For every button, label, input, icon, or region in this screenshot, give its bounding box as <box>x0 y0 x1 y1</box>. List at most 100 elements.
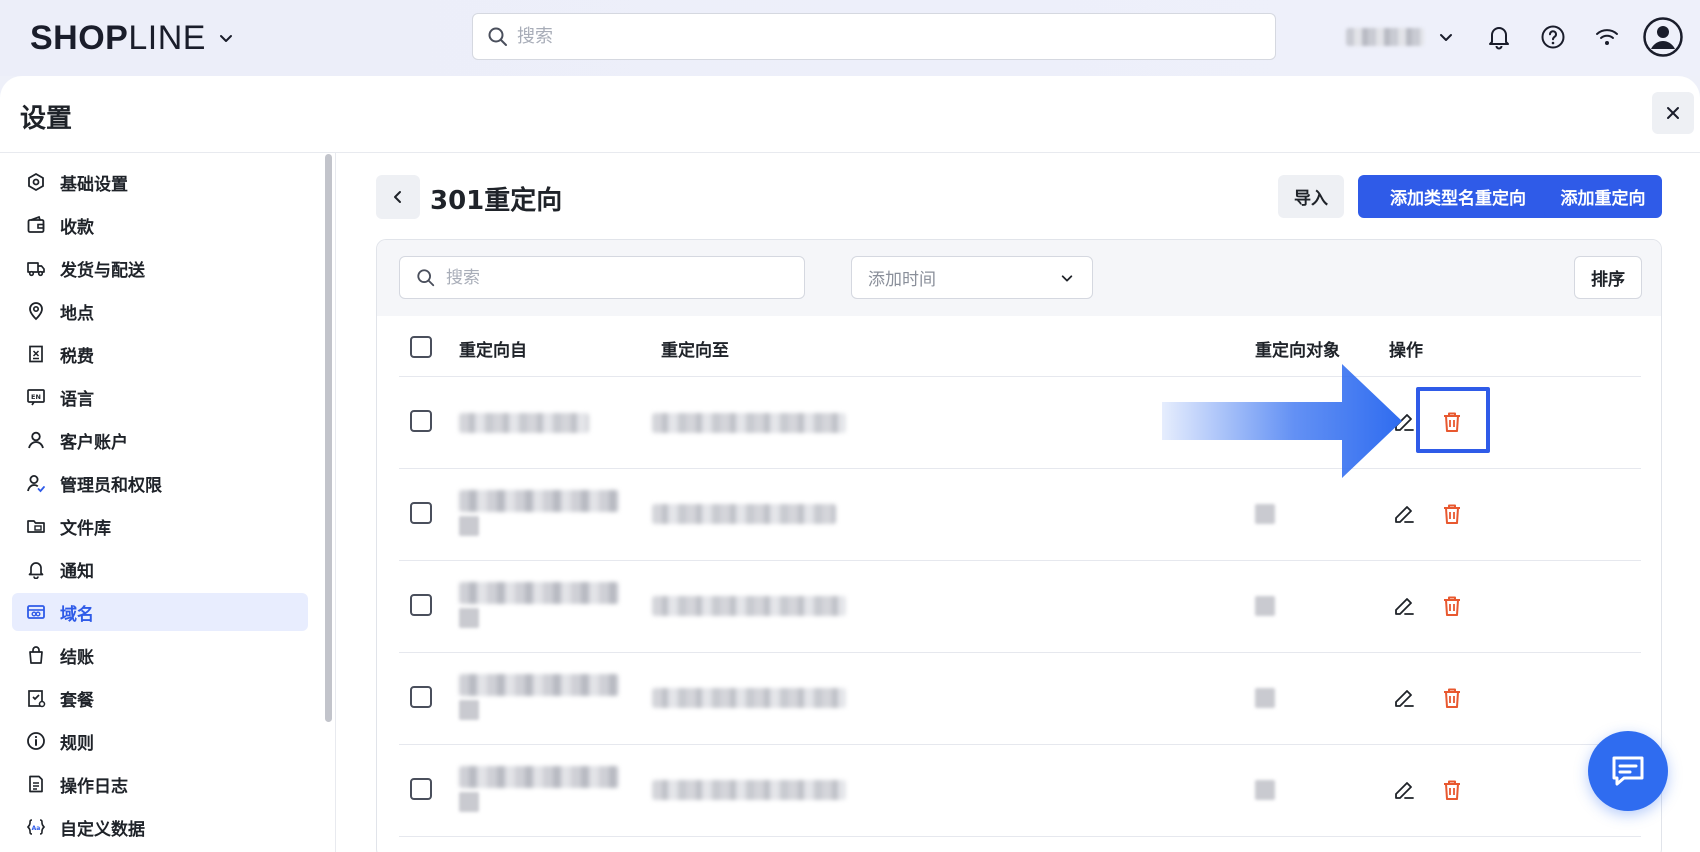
redirect-to-blurred <box>652 504 836 524</box>
row-divider <box>399 836 1641 837</box>
row-checkbox[interactable] <box>410 778 432 800</box>
add-time-filter-select[interactable]: 添加时间 <box>851 256 1093 299</box>
sidebar-item-taxes[interactable]: 税费 <box>12 335 308 373</box>
store-switcher[interactable] <box>1346 22 1454 52</box>
language-en-icon: EN <box>26 387 46 407</box>
sidebar-item-label: 语言 <box>60 389 94 410</box>
domain-link-icon <box>26 602 46 622</box>
sidebar-scrollbar[interactable] <box>325 154 332 722</box>
row-divider <box>399 652 1641 653</box>
redirect-to-blurred <box>652 780 846 800</box>
sidebar-item-activity-log[interactable]: 操作日志 <box>12 765 308 803</box>
sidebar-item-label: 管理员和权限 <box>60 475 162 496</box>
svg-text:EN: EN <box>31 393 41 401</box>
edit-icon[interactable] <box>1391 685 1417 711</box>
sidebar-item-label: 操作日志 <box>60 776 128 797</box>
filter-bar: 添加时间 排序 <box>377 240 1661 316</box>
trash-icon[interactable] <box>1439 501 1465 527</box>
sidebar-item-basic-settings[interactable]: 基础设置 <box>12 163 308 201</box>
sort-button[interactable]: 排序 <box>1574 256 1642 299</box>
sidebar-item-locations[interactable]: 地点 <box>12 292 308 330</box>
store-name-blurred <box>1346 28 1424 46</box>
trash-icon[interactable] <box>1439 777 1465 803</box>
redirect-from-blurred <box>459 766 619 788</box>
column-header-target[interactable]: 重定向对象 <box>1255 336 1340 361</box>
trash-icon[interactable] <box>1439 593 1465 619</box>
edit-icon[interactable] <box>1391 777 1417 803</box>
select-all-checkbox[interactable] <box>410 336 432 358</box>
chat-icon <box>1612 756 1644 786</box>
column-header-to[interactable]: 重定向至 <box>661 336 729 361</box>
log-document-icon <box>26 774 46 794</box>
redirect-from-blurred <box>459 700 479 720</box>
import-button[interactable]: 导入 <box>1278 175 1344 218</box>
sidebar-item-label: 税费 <box>60 346 94 367</box>
package-plan-icon <box>26 688 46 708</box>
sidebar-item-domains[interactable]: 域名 <box>12 593 308 631</box>
delete-highlight-box <box>1416 387 1490 453</box>
chevron-down-icon[interactable] <box>1438 29 1454 45</box>
row-checkbox[interactable] <box>410 410 432 432</box>
chevron-down-icon <box>1061 274 1073 281</box>
sidebar-item-custom-data[interactable]: Aa 自定义数据 <box>12 808 308 846</box>
filter-select-label: 添加时间 <box>868 270 936 290</box>
redirect-from-blurred <box>459 608 479 628</box>
redirect-table-card: 添加时间 排序 重定向自 重定向至 重定向对象 操作 <box>376 239 1662 852</box>
search-icon <box>488 27 507 46</box>
store-logo[interactable]: SHOPLINE <box>30 18 234 58</box>
add-type-redirect-button[interactable]: 添加类型名重定向 <box>1358 175 1558 218</box>
sidebar-item-label: 地点 <box>60 303 94 324</box>
sidebar-item-shipping[interactable]: 发货与配送 <box>12 249 308 287</box>
sidebar-item-checkout[interactable]: 结账 <box>12 636 308 674</box>
back-button[interactable] <box>376 175 420 219</box>
row-checkbox[interactable] <box>410 502 432 524</box>
sidebar-item-label: 发货与配送 <box>60 260 145 281</box>
bell-icon[interactable] <box>1484 22 1514 52</box>
column-header-from[interactable]: 重定向自 <box>459 336 527 361</box>
sidebar-item-languages[interactable]: EN 语言 <box>12 378 308 416</box>
add-redirect-button[interactable]: 添加重定向 <box>1544 175 1662 218</box>
column-header-actions: 操作 <box>1389 341 1423 361</box>
global-search-input[interactable] <box>517 26 1217 47</box>
row-checkbox[interactable] <box>410 594 432 616</box>
chevron-down-icon[interactable] <box>218 30 234 46</box>
sidebar-item-label: 客户账户 <box>60 432 128 453</box>
sidebar-item-plans[interactable]: 套餐 <box>12 679 308 717</box>
admin-permission-icon <box>26 473 46 493</box>
close-button[interactable] <box>1652 92 1694 134</box>
wifi-icon[interactable] <box>1592 22 1622 52</box>
row-divider <box>399 468 1641 469</box>
table-search-input[interactable] <box>446 267 786 288</box>
redirect-target-blurred <box>1255 596 1275 616</box>
sidebar-item-label: 通知 <box>60 561 94 582</box>
sidebar-item-label: 收款 <box>60 217 94 238</box>
sidebar-item-label: 规则 <box>60 733 94 754</box>
avatar-icon[interactable] <box>1642 16 1684 58</box>
row-checkbox[interactable] <box>410 686 432 708</box>
redirect-to-blurred <box>652 596 846 616</box>
table-search[interactable] <box>399 256 805 299</box>
global-search[interactable] <box>472 13 1276 60</box>
user-icon <box>26 430 46 450</box>
sidebar-item-files[interactable]: 文件库 <box>12 507 308 545</box>
sidebar-item-notifications[interactable]: 通知 <box>12 550 308 588</box>
logo-text: SHOPLINE <box>30 18 206 57</box>
sidebar-item-policies[interactable]: 规则 <box>12 722 308 760</box>
sidebar-item-payments[interactable]: 收款 <box>12 206 308 244</box>
sidebar-item-label: 文件库 <box>60 518 111 539</box>
sidebar-item-customer-accounts[interactable]: 客户账户 <box>12 421 308 459</box>
folder-icon <box>26 516 46 536</box>
top-bar: SHOPLINE <box>0 0 1700 76</box>
sidebar-item-label: 基础设置 <box>60 174 128 195</box>
redirect-from-blurred <box>459 582 619 604</box>
chat-button[interactable] <box>1588 731 1668 811</box>
trash-icon[interactable] <box>1439 685 1465 711</box>
sidebar-item-admin-permissions[interactable]: 管理员和权限 <box>12 464 308 502</box>
help-icon[interactable] <box>1538 22 1568 52</box>
redirect-target-blurred <box>1255 780 1275 800</box>
edit-icon[interactable] <box>1391 593 1417 619</box>
redirect-from-blurred <box>459 413 589 433</box>
redirect-from-blurred <box>459 792 479 812</box>
edit-icon[interactable] <box>1391 501 1417 527</box>
tax-receipt-icon <box>26 344 46 364</box>
